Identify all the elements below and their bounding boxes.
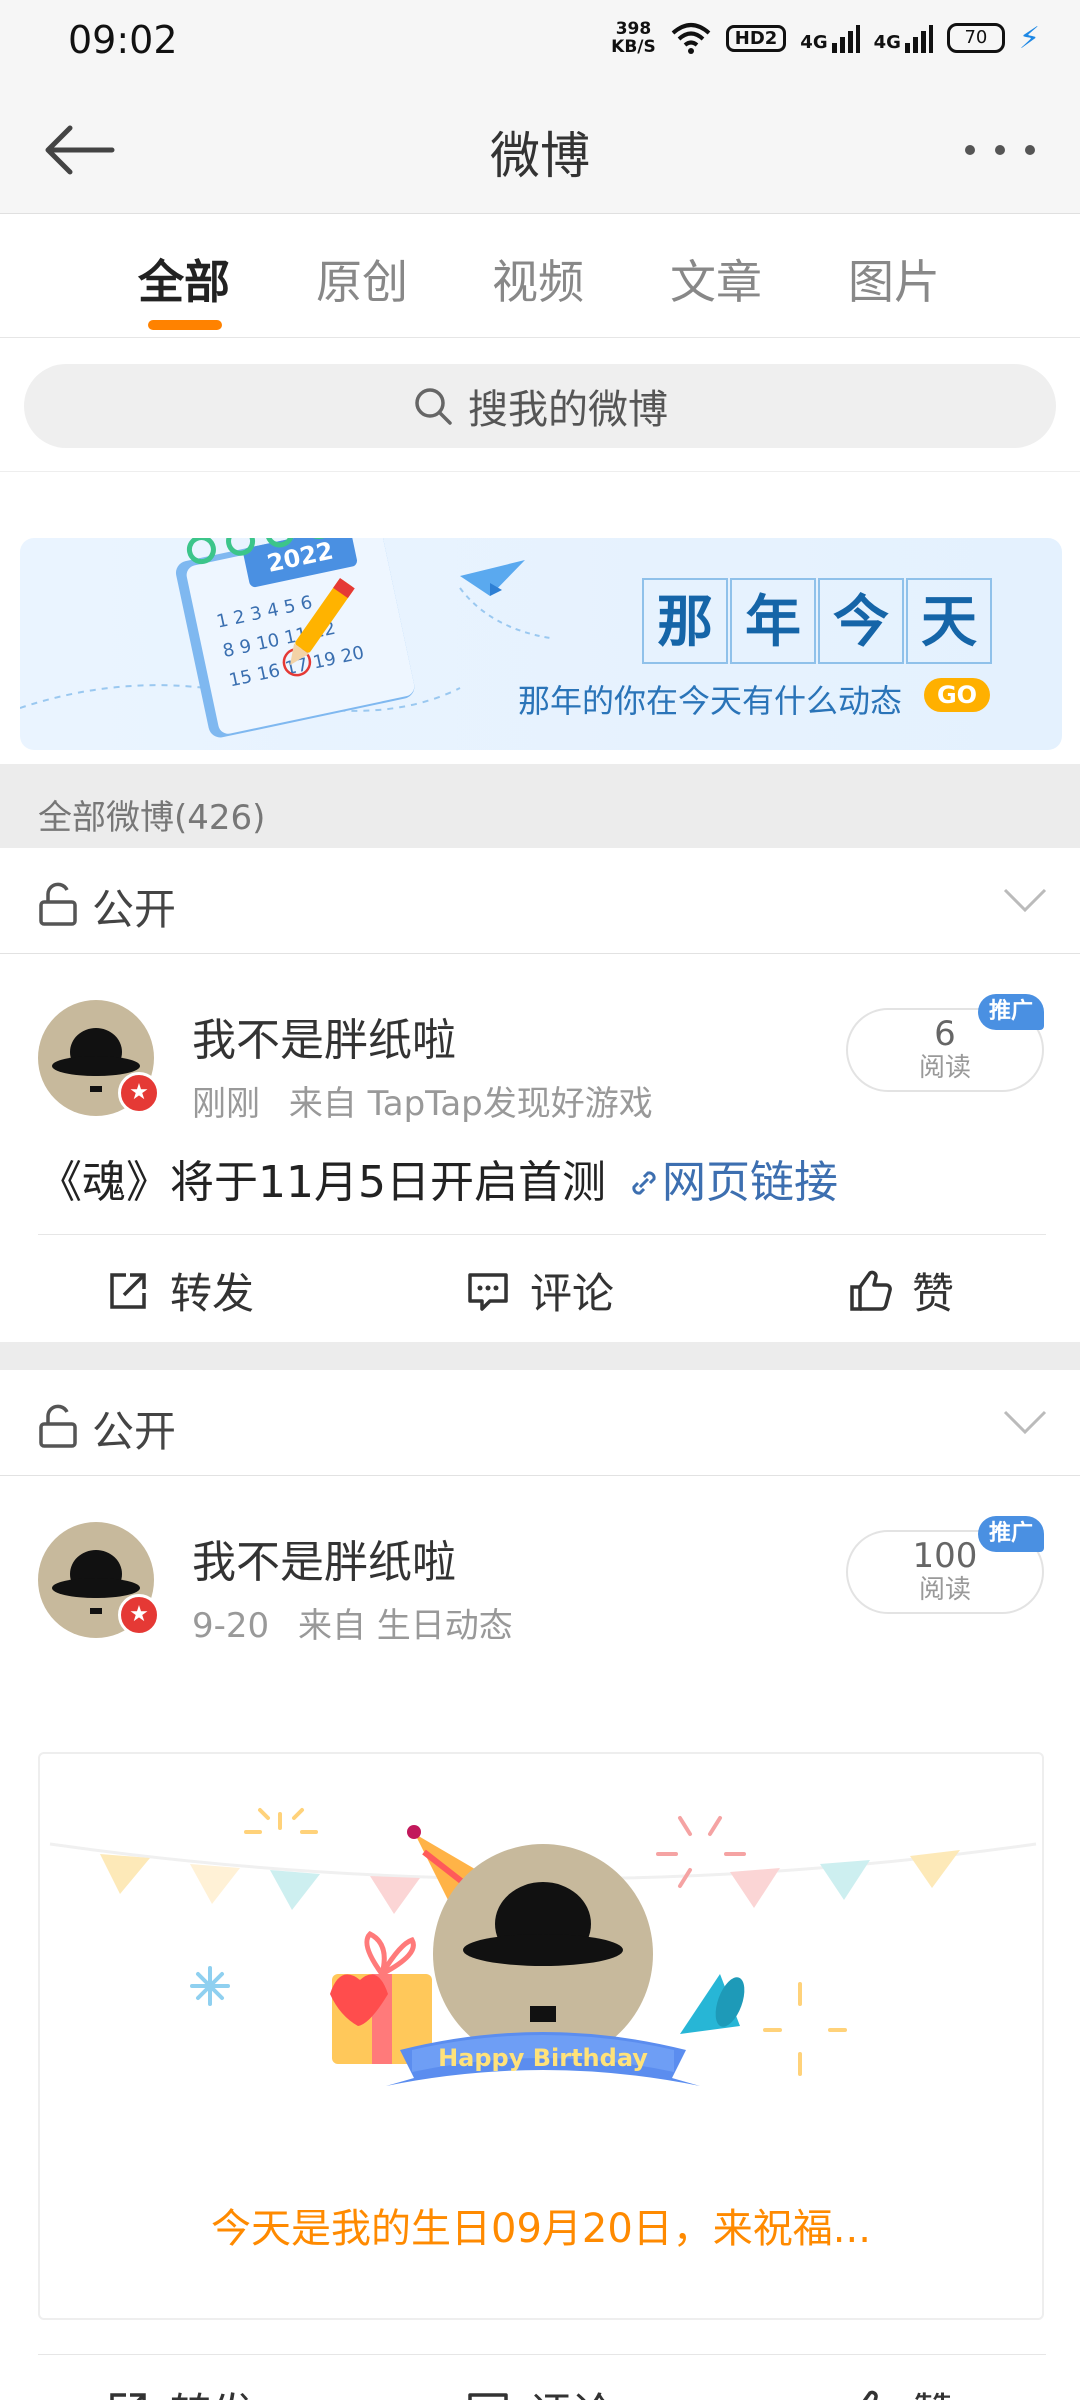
post-time: 9-20 xyxy=(192,1606,270,1646)
comment-button[interactable]: 评论 xyxy=(464,2380,614,2400)
net-speed: 398 KB/S xyxy=(611,19,656,57)
post-card[interactable]: ★ 我不是胖纸啦 刚刚 来自 TapTap发现好游戏 6 阅读 推广 《魂》将于… xyxy=(0,954,1080,1342)
divider xyxy=(38,2354,1046,2355)
search-input[interactable]: 搜我的微博 xyxy=(24,364,1056,448)
repost-button[interactable]: 转发 xyxy=(104,1260,254,1321)
like-button[interactable]: 赞 xyxy=(846,2380,954,2400)
birthday-illustration: Happy Birthday xyxy=(49,1808,1037,2086)
promote-badge[interactable]: 推广 xyxy=(978,994,1044,1030)
tab-original[interactable]: 原创 xyxy=(316,246,408,312)
banner-title: 那 年 今 天 xyxy=(642,578,994,664)
signal-icon: 4G xyxy=(874,23,933,53)
tab-video[interactable]: 视频 xyxy=(492,246,584,312)
unlock-icon xyxy=(39,882,77,926)
status-bar: 09:02 398 KB/S HD2 4G 4G 70 ⚡ xyxy=(0,0,1080,82)
search-icon xyxy=(415,388,452,425)
birthday-message: 今天是我的生日09月20日，来祝福... xyxy=(211,2206,871,2252)
post-text: 《魂》将于11月5日开启首测 网页链接 xyxy=(38,1157,838,1208)
tab-all[interactable]: 全部 xyxy=(138,246,230,312)
hd-icon: HD2 xyxy=(725,24,787,52)
post-meta: 刚刚 来自 TapTap发现好游戏 xyxy=(192,1076,653,1125)
link-icon xyxy=(632,1171,656,1195)
tab-indicator xyxy=(148,320,222,330)
search-placeholder: 搜我的微博 xyxy=(468,387,668,433)
read-label: 阅读 xyxy=(918,1575,971,1605)
charging-icon: ⚡ xyxy=(1018,20,1040,56)
unlock-icon xyxy=(39,1404,77,1448)
username[interactable]: 我不是胖纸啦 xyxy=(192,1526,456,1590)
top-app-bar: 微博 xyxy=(0,82,1080,214)
verified-badge-icon: ★ xyxy=(118,1072,160,1114)
svg-text:Happy Birthday: Happy Birthday xyxy=(438,2044,648,2072)
calendar-illustration: 2022 1 2 3 4 5 6 8 9 10 11 12 15 16 17 1… xyxy=(20,538,551,738)
share-icon xyxy=(110,2392,146,2400)
web-link[interactable]: 网页链接 xyxy=(620,1157,838,1208)
battery-icon: 70 xyxy=(946,23,1005,53)
divider xyxy=(38,1234,1046,1235)
signal-icon: 4G xyxy=(800,23,860,53)
visibility-selector[interactable]: 公开 xyxy=(0,848,1080,954)
repost-button[interactable]: 转发 xyxy=(104,2380,254,2400)
tab-article[interactable]: 文章 xyxy=(670,246,762,312)
banner-go-button[interactable]: GO xyxy=(924,678,990,712)
birthday-card[interactable]: Happy Birthday 今天是我的生日09月20日，来祝福... xyxy=(38,1752,1044,2320)
comment-icon xyxy=(468,1272,508,1311)
status-icons: 398 KB/S HD2 4G 4G 70 ⚡ xyxy=(611,20,1040,56)
visibility-label: 公开 xyxy=(92,885,177,934)
promote-badge[interactable]: 推广 xyxy=(978,1516,1044,1552)
username[interactable]: 我不是胖纸啦 xyxy=(192,1004,456,1068)
post-actions: 转发 评论 赞 xyxy=(0,1236,1080,1342)
status-time: 09:02 xyxy=(68,18,178,62)
post-time: 刚刚 xyxy=(192,1084,260,1124)
post-actions: 转发 评论 赞 xyxy=(0,2356,1080,2400)
post-count-label: 全部微博(426) xyxy=(38,798,266,838)
more-options-icon[interactable] xyxy=(960,138,1040,162)
like-button[interactable]: 赞 xyxy=(846,1260,954,1321)
page-title: 微博 xyxy=(490,127,590,185)
post-separator xyxy=(0,1342,1080,1370)
post-meta: 9-20 来自 生日动态 xyxy=(192,1598,513,1647)
tab-image[interactable]: 图片 xyxy=(848,246,940,312)
comment-button[interactable]: 评论 xyxy=(464,1260,614,1321)
section-header: 全部微博(426) xyxy=(0,764,1080,848)
thumbs-up-icon xyxy=(862,2390,878,2400)
read-label: 阅读 xyxy=(918,1053,971,1083)
wifi-icon xyxy=(671,23,711,54)
visibility-label: 公开 xyxy=(92,1407,177,1456)
memory-banner-section: 2022 1 2 3 4 5 6 8 9 10 11 12 15 16 17 1… xyxy=(0,472,1080,764)
share-icon xyxy=(110,1272,146,1309)
on-this-day-banner[interactable]: 2022 1 2 3 4 5 6 8 9 10 11 12 15 16 17 1… xyxy=(20,538,1062,750)
banner-subtitle: 那年的你在今天有什么动态 xyxy=(518,682,903,720)
comment-icon xyxy=(468,2392,508,2400)
search-section: 搜我的微博 xyxy=(0,338,1080,472)
chevron-down-icon xyxy=(1003,1410,1047,1435)
filter-tabs: 全部 原创 视频 文章 图片 xyxy=(0,214,1080,338)
verified-badge-icon: ★ xyxy=(118,1594,160,1636)
post-source: 来自 TapTap发现好游戏 xyxy=(288,1084,653,1124)
post-source: 来自 生日动态 xyxy=(297,1606,513,1646)
visibility-selector[interactable]: 公开 xyxy=(0,1370,1080,1476)
thumbs-up-icon xyxy=(850,1270,892,1311)
chevron-down-icon xyxy=(1003,888,1047,913)
